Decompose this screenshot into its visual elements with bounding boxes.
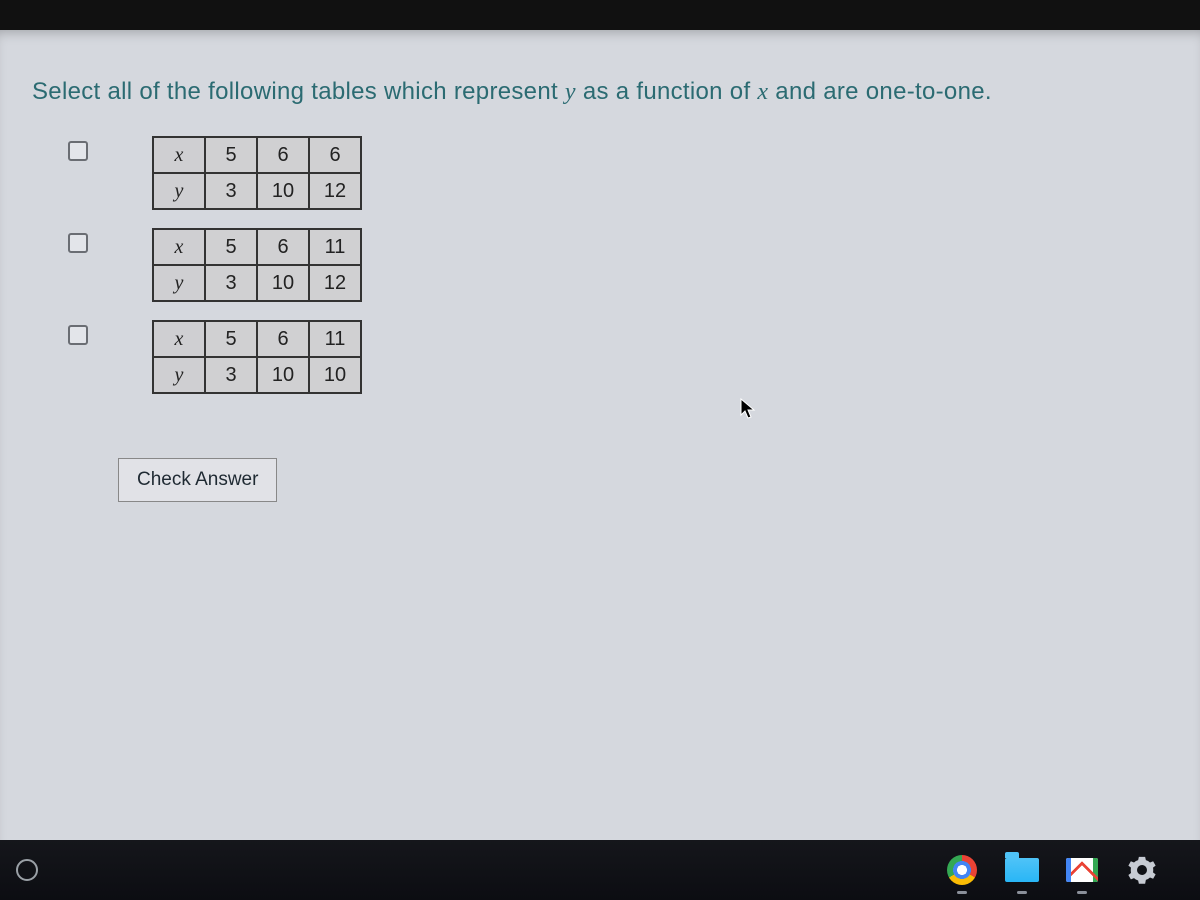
cell: 3: [205, 357, 257, 393]
cell: 10: [257, 173, 309, 209]
cell: 5: [205, 137, 257, 173]
chrome-icon: [947, 855, 977, 885]
option-2-checkbox[interactable]: [68, 233, 88, 253]
option-1-checkbox[interactable]: [68, 141, 88, 161]
option-row-2: x 5 6 11 y 3 10 12: [32, 228, 1168, 302]
prompt-var-y: y: [565, 79, 576, 105]
windows-taskbar: [0, 840, 1200, 900]
cell: 11: [309, 321, 361, 357]
taskbar-app-file-explorer[interactable]: [1004, 852, 1040, 888]
table-row: x 5 6 6: [153, 137, 361, 173]
taskbar-tray: [944, 852, 1184, 888]
row-label: x: [153, 321, 205, 357]
option-1-table: x 5 6 6 y 3 10 12: [152, 136, 362, 210]
taskbar-app-gmail[interactable]: [1064, 852, 1100, 888]
cell: 6: [257, 321, 309, 357]
table-col: x 5 6 11 y 3 10 10: [122, 320, 362, 394]
prompt-text-mid: as a function of: [576, 78, 758, 105]
checkbox-col: [32, 136, 122, 164]
cell: 6: [309, 137, 361, 173]
cell: 3: [205, 265, 257, 301]
cell: 12: [309, 265, 361, 301]
cell: 6: [257, 229, 309, 265]
app-running-indicator: [957, 891, 967, 894]
monitor-bezel-top: [0, 0, 1200, 30]
check-answer-button[interactable]: Check Answer: [118, 458, 277, 502]
table-row: y 3 10 12: [153, 265, 361, 301]
gear-icon: [1127, 855, 1157, 885]
prompt-var-x: x: [757, 79, 768, 105]
cortana-icon[interactable]: [16, 859, 38, 881]
cell: 10: [257, 265, 309, 301]
prompt-text-pre: Select all of the following tables which…: [32, 78, 565, 105]
option-3-table: x 5 6 11 y 3 10 10: [152, 320, 362, 394]
row-label: y: [153, 265, 205, 301]
cell: 10: [257, 357, 309, 393]
table-row: x 5 6 11: [153, 321, 361, 357]
checkbox-col: [32, 228, 122, 256]
row-label: y: [153, 357, 205, 393]
checkbox-col: [32, 320, 122, 348]
question-prompt: Select all of the following tables which…: [32, 76, 1168, 108]
table-row: x 5 6 11: [153, 229, 361, 265]
cell: 3: [205, 173, 257, 209]
folder-icon: [1005, 858, 1039, 882]
cell: 5: [205, 229, 257, 265]
cell: 5: [205, 321, 257, 357]
taskbar-app-settings[interactable]: [1124, 852, 1160, 888]
table-row: y 3 10 10: [153, 357, 361, 393]
taskbar-app-chrome[interactable]: [944, 852, 980, 888]
option-row-3: x 5 6 11 y 3 10 10: [32, 320, 1168, 394]
cell: 10: [309, 357, 361, 393]
gmail-icon: [1066, 858, 1098, 882]
app-running-indicator: [1077, 891, 1087, 894]
cell: 11: [309, 229, 361, 265]
row-label: x: [153, 229, 205, 265]
prompt-text-post: and are one-to-one.: [768, 78, 992, 105]
table-col: x 5 6 11 y 3 10 12: [122, 228, 362, 302]
quiz-content-area: Select all of the following tables which…: [0, 30, 1200, 840]
row-label: x: [153, 137, 205, 173]
option-2-table: x 5 6 11 y 3 10 12: [152, 228, 362, 302]
table-row: y 3 10 12: [153, 173, 361, 209]
row-label: y: [153, 173, 205, 209]
cell: 6: [257, 137, 309, 173]
app-running-indicator: [1017, 891, 1027, 894]
table-col: x 5 6 6 y 3 10 12: [122, 136, 362, 210]
cell: 12: [309, 173, 361, 209]
option-row-1: x 5 6 6 y 3 10 12: [32, 136, 1168, 210]
option-3-checkbox[interactable]: [68, 325, 88, 345]
